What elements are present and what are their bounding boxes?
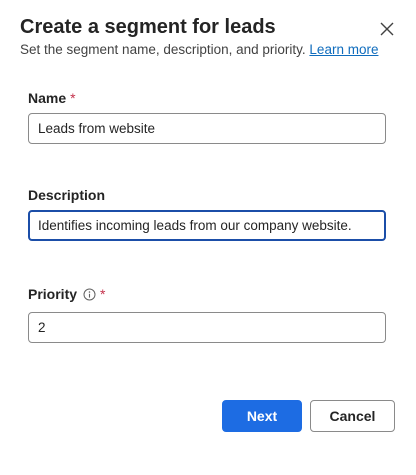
priority-input[interactable] (28, 312, 386, 343)
name-input[interactable] (28, 113, 386, 144)
cancel-button[interactable]: Cancel (310, 400, 395, 432)
learn-more-link[interactable]: Learn more (309, 42, 378, 57)
priority-label-text: Priority (28, 286, 78, 302)
description-label: Description (28, 187, 105, 203)
next-button[interactable]: Next (222, 400, 302, 432)
dialog-subtitle: Set the segment name, description, and p… (20, 42, 378, 57)
info-icon[interactable] (83, 288, 96, 301)
create-segment-dialog: Create a segment for leads Set the segme… (0, 0, 416, 475)
dialog-title: Create a segment for leads (20, 16, 276, 38)
subtitle-text: Set the segment name, description, and p… (20, 42, 306, 57)
close-icon[interactable] (378, 20, 396, 38)
name-label: Name * (28, 90, 76, 106)
required-marker: * (100, 286, 106, 302)
description-label-text: Description (28, 187, 106, 203)
name-label-text: Name (28, 90, 67, 106)
required-marker: * (70, 90, 76, 106)
description-input[interactable] (28, 210, 386, 241)
priority-label: Priority * (28, 286, 105, 302)
